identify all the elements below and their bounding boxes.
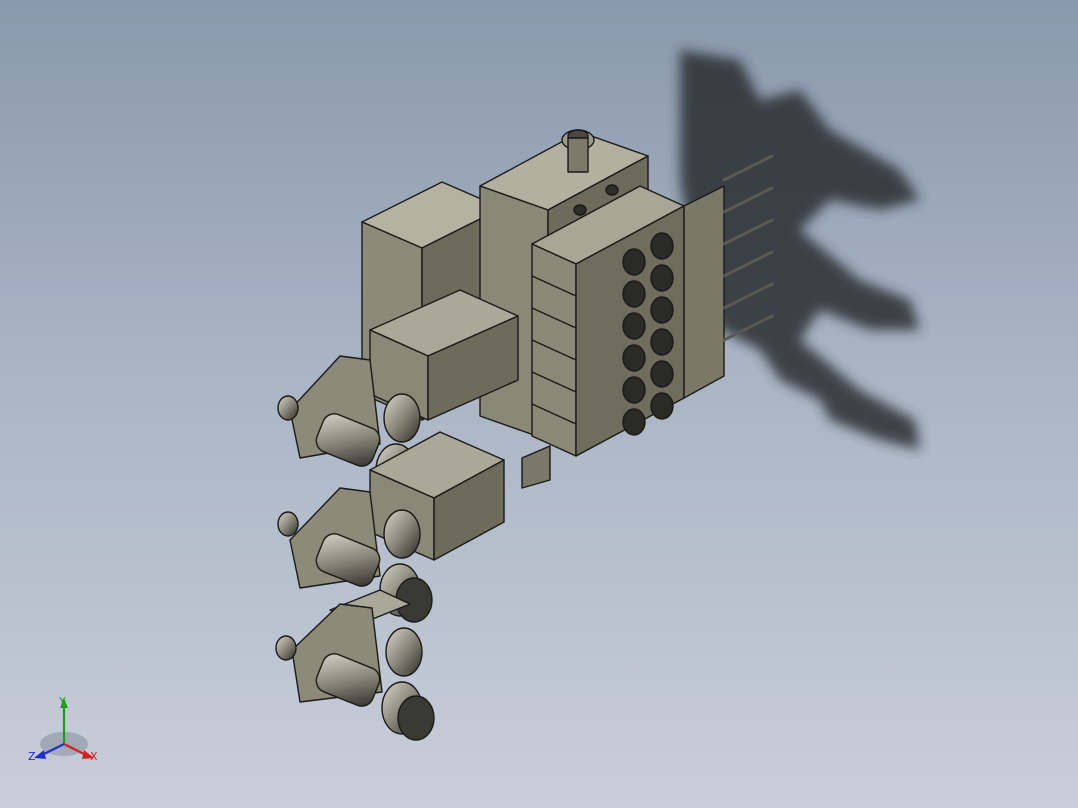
y-axis-label: Y: [59, 695, 66, 708]
axis-triad: X Y Z: [24, 690, 114, 780]
valve-manifold-assembly[interactable]: [275, 129, 774, 741]
model-scene[interactable]: [0, 0, 1078, 808]
x-axis-label: X: [90, 750, 98, 763]
z-axis-label: Z: [28, 750, 36, 763]
gripper-unit-2: [277, 431, 505, 623]
triad-graphic: [34, 698, 94, 759]
cad-viewport[interactable]: X Y Z: [0, 0, 1078, 808]
